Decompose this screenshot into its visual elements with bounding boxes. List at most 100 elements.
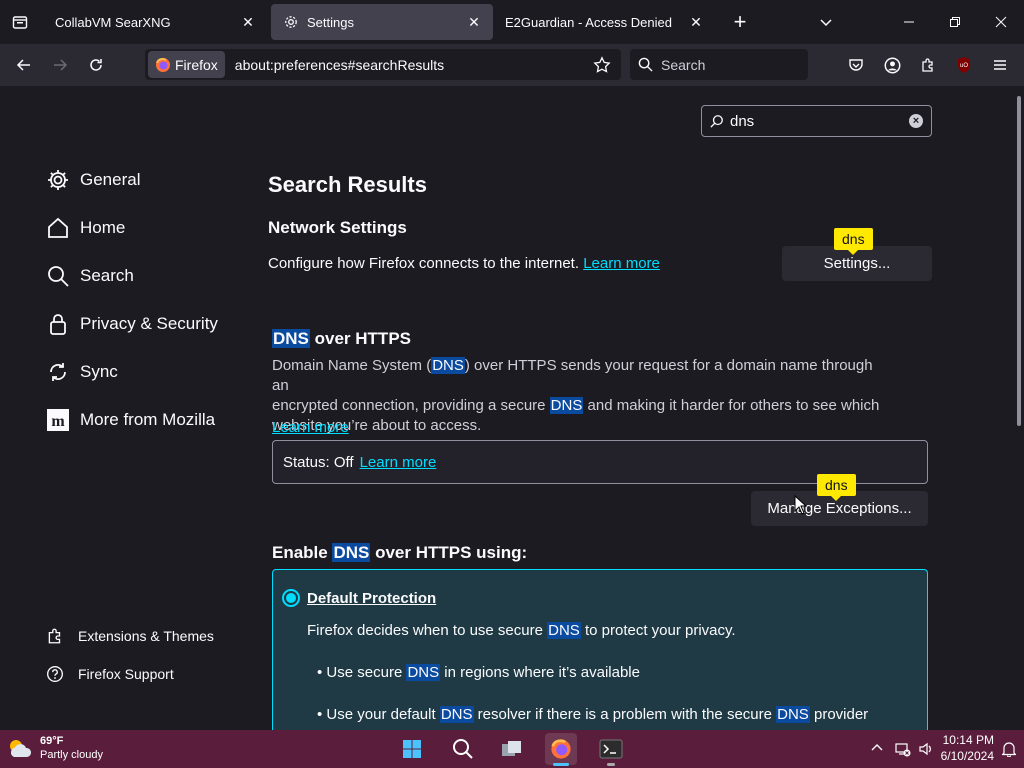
active-indicator xyxy=(553,763,569,766)
extensions-button[interactable] xyxy=(915,52,941,78)
search-highlight: DNS xyxy=(439,706,474,723)
tab-title: Settings xyxy=(307,14,354,30)
desc-text: in regions where it’s available xyxy=(440,664,640,681)
taskbar-search-button[interactable] xyxy=(447,733,479,765)
volume-control[interactable] xyxy=(918,741,934,762)
sidebar-item-search[interactable]: Search xyxy=(46,264,134,288)
mouse-cursor-icon xyxy=(794,495,808,515)
chevron-down-icon xyxy=(820,19,832,27)
search-highlight: DNS xyxy=(272,329,310,348)
desc-text: to protect your privacy. xyxy=(580,622,736,639)
description-text: Configure how Firefox connects to the in… xyxy=(268,255,580,272)
desc-text: and making it harder for others to see w… xyxy=(583,397,880,414)
terminal-icon xyxy=(599,739,623,759)
sidebar-item-general[interactable]: General xyxy=(46,168,140,192)
tab-bar: CollabVM SearXNG ✕ Settings ✕ E2Guardian… xyxy=(0,0,1024,44)
system-clock[interactable]: 10:14 PM 6/10/2024 xyxy=(941,732,994,764)
navigation-toolbar: Firefox about:preferences#searchResults … xyxy=(0,44,1024,86)
tab-e2guardian[interactable]: E2Guardian - Access Denied ✕ xyxy=(493,4,715,40)
heading-text: Enable xyxy=(272,543,333,562)
reload-icon xyxy=(90,59,102,71)
sidebar-item-privacy[interactable]: Privacy & Security xyxy=(46,312,218,336)
speaker-icon xyxy=(919,742,931,756)
tab-collabvm[interactable]: CollabVM SearXNG ✕ xyxy=(43,4,267,40)
search-tooltip: dns xyxy=(817,474,856,501)
back-button[interactable] xyxy=(6,49,42,81)
search-icon xyxy=(48,266,69,287)
firefox-view-icon[interactable] xyxy=(0,0,40,44)
bullet-item: • Use your default DNS resolver if there… xyxy=(317,706,869,723)
start-button[interactable] xyxy=(396,733,428,765)
sidebar-item-more-from-mozilla[interactable]: m More from Mozilla xyxy=(46,408,215,432)
sidebar-item-sync[interactable]: Sync xyxy=(46,360,118,384)
learn-more-link[interactable]: Learn more xyxy=(272,419,349,436)
partly-cloudy-icon xyxy=(10,740,32,757)
sidebar-item-support[interactable]: Firefox Support xyxy=(46,665,174,683)
minimize-button[interactable] xyxy=(886,0,932,44)
task-view-button[interactable] xyxy=(496,733,528,765)
learn-more-link[interactable]: Learn more xyxy=(583,255,660,272)
pocket-icon xyxy=(849,59,863,71)
desc-text: Use secure xyxy=(326,664,407,681)
search-highlight: DNS xyxy=(406,664,441,681)
account-icon xyxy=(884,57,900,73)
clock-date: 6/10/2024 xyxy=(940,749,994,763)
tab-title: CollabVM SearXNG xyxy=(55,14,171,30)
weather-widget[interactable]: 69°F Partly cloudy xyxy=(6,734,103,762)
account-button[interactable] xyxy=(879,52,905,78)
radio-button-selected[interactable] xyxy=(282,589,300,607)
find-in-settings-input[interactable]: dns × xyxy=(701,105,932,137)
sidebar-item-label: General xyxy=(80,170,141,189)
arrow-right-icon xyxy=(54,59,68,71)
close-window-button[interactable] xyxy=(978,0,1024,44)
search-highlight: DNS xyxy=(547,622,581,639)
search-icon xyxy=(710,115,723,128)
sidebar-item-label: Home xyxy=(80,218,126,237)
search-highlight: DNS xyxy=(549,397,584,414)
close-icon[interactable]: ✕ xyxy=(465,13,483,31)
default-protection-option[interactable]: Default Protection Firefox decides when … xyxy=(272,569,928,730)
new-tab-button[interactable]: + xyxy=(728,8,752,36)
search-bar[interactable]: Search xyxy=(630,49,808,80)
close-icon[interactable]: ✕ xyxy=(687,13,705,31)
search-highlight: DNS xyxy=(431,357,465,374)
identity-label: Firefox xyxy=(175,56,218,73)
puzzle-icon xyxy=(922,58,933,72)
notification-button[interactable] xyxy=(1001,741,1017,762)
sidebar-item-extensions[interactable]: Extensions & Themes xyxy=(46,627,214,645)
tab-list-button[interactable] xyxy=(814,10,838,34)
network-disconnected-icon xyxy=(895,743,911,757)
desc-text: Use your default xyxy=(326,706,440,723)
firefox-logo-icon xyxy=(156,57,170,72)
page-title: Search Results xyxy=(268,172,427,197)
windows-logo-icon xyxy=(403,740,421,758)
reload-button[interactable] xyxy=(78,49,114,81)
learn-more-link[interactable]: Learn more xyxy=(360,454,437,471)
bell-icon xyxy=(1001,742,1017,758)
taskbar-terminal[interactable] xyxy=(595,733,627,766)
sidebar-item-home[interactable]: Home xyxy=(46,216,125,240)
url-text[interactable]: about:preferences#searchResults xyxy=(235,57,593,73)
svg-text:m: m xyxy=(51,413,65,430)
show-hidden-icons-button[interactable] xyxy=(870,741,884,760)
scrollbar[interactable] xyxy=(1017,96,1021,426)
url-bar[interactable]: Firefox about:preferences#searchResults xyxy=(145,49,621,80)
identity-box[interactable]: Firefox xyxy=(148,51,225,78)
desc-text: Domain Name System ( xyxy=(272,357,432,374)
network-status[interactable] xyxy=(895,741,911,762)
help-icon xyxy=(47,666,63,682)
forward-button[interactable] xyxy=(42,49,78,81)
close-icon[interactable]: ✕ xyxy=(239,13,257,31)
clear-icon[interactable]: × xyxy=(909,114,923,128)
sidebar-item-label: Privacy & Security xyxy=(80,314,218,333)
menu-button[interactable] xyxy=(987,52,1013,78)
taskbar-firefox[interactable] xyxy=(545,733,577,766)
ublock-button[interactable]: uO xyxy=(951,52,977,78)
star-icon[interactable] xyxy=(593,55,611,74)
ublock-icon: uO xyxy=(958,57,970,73)
pocket-button[interactable] xyxy=(843,52,869,78)
tab-settings[interactable]: Settings ✕ xyxy=(271,4,493,40)
restore-button[interactable] xyxy=(932,0,978,44)
find-value: dns xyxy=(730,112,755,130)
doh-heading: DNS over HTTPS xyxy=(272,329,411,349)
